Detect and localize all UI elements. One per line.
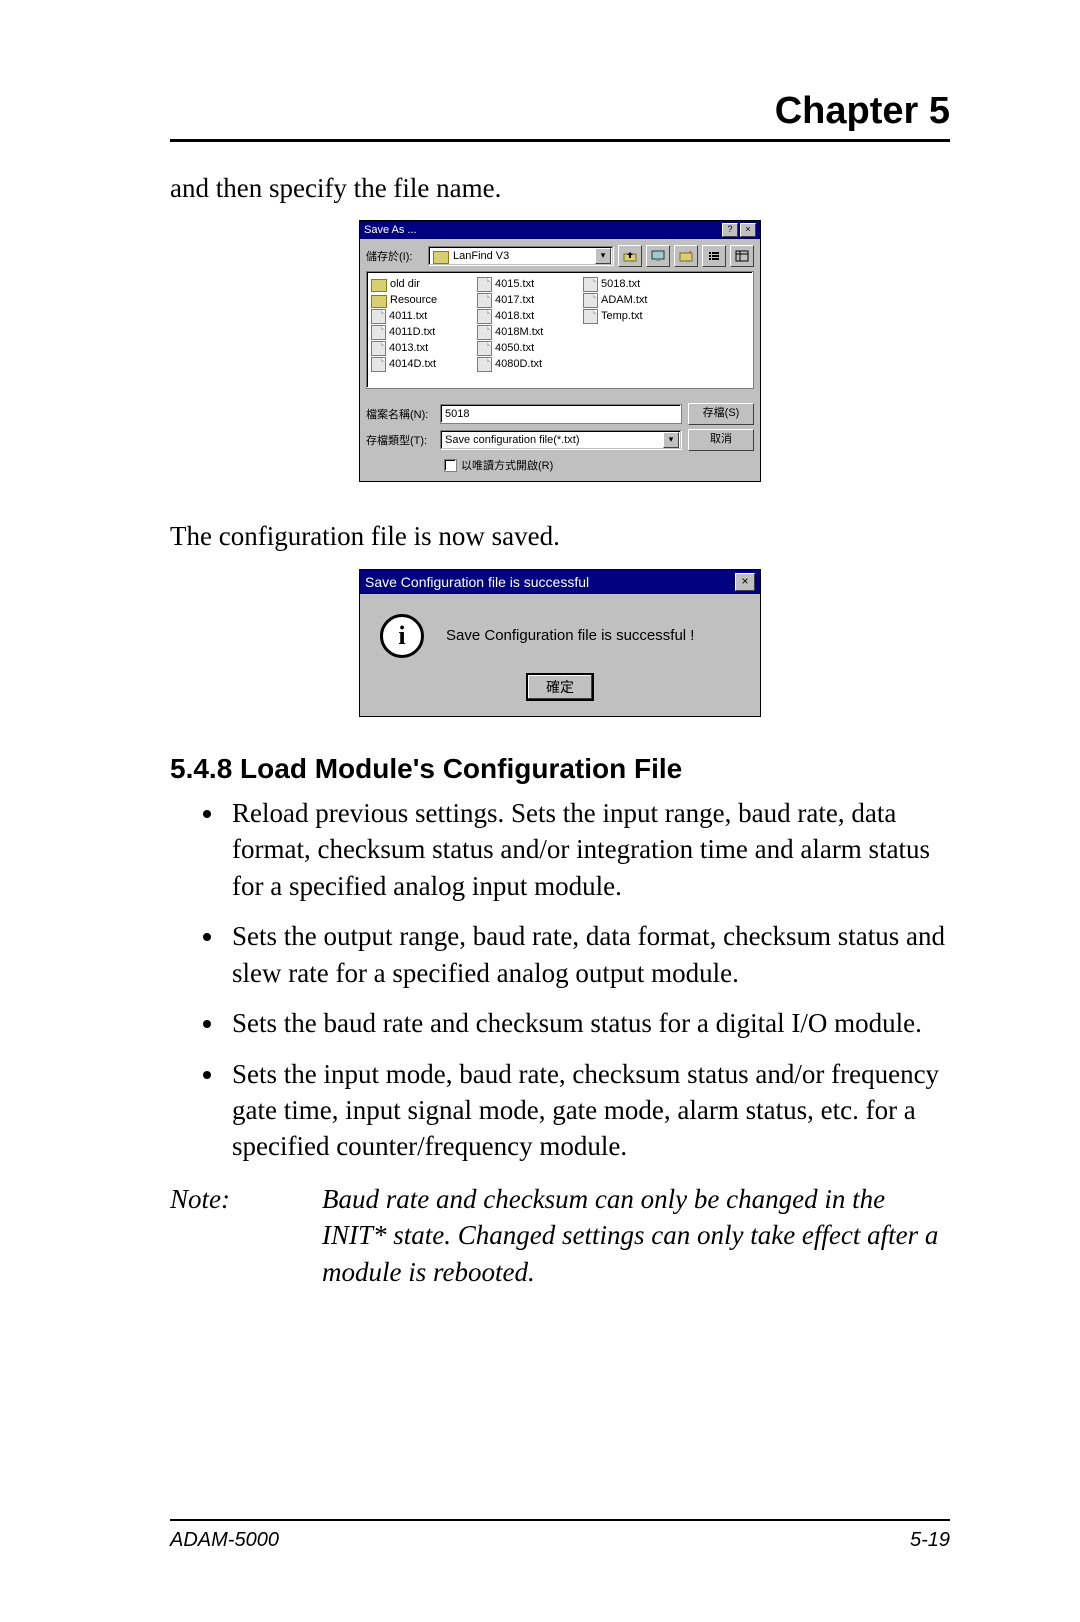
- cancel-button[interactable]: 取消: [688, 429, 754, 451]
- up-one-level-button[interactable]: [618, 245, 642, 267]
- file-item[interactable]: 4080D.txt: [477, 356, 569, 372]
- file-icon: [583, 277, 598, 292]
- file-name-label: 4018M.txt: [495, 326, 543, 338]
- file-icon: [477, 325, 492, 340]
- close-button[interactable]: ×: [735, 573, 755, 591]
- file-name-label: 5018.txt: [601, 278, 640, 290]
- success-title: Save Configuration file is successful: [365, 574, 589, 590]
- readonly-label: 以唯讀方式開啟(R): [461, 457, 553, 473]
- file-name-label: 4050.txt: [495, 342, 534, 354]
- list-item: Sets the output range, baud rate, data f…: [226, 918, 950, 991]
- intro-text-1: and then specify the file name.: [170, 170, 950, 206]
- info-icon: i: [380, 614, 424, 658]
- intro-text-2: The configuration file is now saved.: [170, 518, 950, 554]
- save-as-dialog: Save As ... ? × 儲存於(I): LanFind V3 ▾: [359, 220, 761, 482]
- folder-icon: [371, 279, 387, 292]
- list-icon: [707, 250, 721, 262]
- new-folder-button[interactable]: *: [674, 245, 698, 267]
- file-name-label: Temp.txt: [601, 310, 643, 322]
- chevron-down-icon: ▾: [595, 248, 611, 264]
- note-text: Baud rate and checksum can only be chang…: [322, 1181, 950, 1290]
- file-name-label: 4011.txt: [389, 310, 427, 322]
- close-window-button[interactable]: ×: [740, 223, 756, 237]
- list-item: Sets the baud rate and checksum status f…: [226, 1005, 950, 1041]
- list-item: Sets the input mode, baud rate, checksum…: [226, 1056, 950, 1165]
- file-item[interactable]: 4018.txt: [477, 308, 569, 324]
- desktop-button[interactable]: [646, 245, 670, 267]
- saveas-title: Save As ...: [364, 224, 417, 236]
- location-dropdown[interactable]: LanFind V3 ▾: [428, 246, 614, 266]
- file-icon: [477, 309, 492, 324]
- file-icon: [371, 357, 386, 372]
- file-icon: [477, 341, 492, 356]
- location-value: LanFind V3: [453, 250, 509, 262]
- folder-icon: [371, 295, 387, 308]
- desktop-icon: [651, 250, 665, 262]
- location-label: 儲存於(I):: [366, 248, 424, 264]
- saveas-titlebar: Save As ... ? ×: [360, 221, 760, 239]
- folder-item[interactable]: Resource: [371, 292, 463, 308]
- chapter-header: Chapter 5: [170, 90, 950, 142]
- file-item[interactable]: 4018M.txt: [477, 324, 569, 340]
- save-button[interactable]: 存檔(S): [688, 403, 754, 425]
- file-icon: [477, 293, 492, 308]
- footer-left: ADAM-5000: [170, 1529, 279, 1552]
- ok-button[interactable]: 確定: [527, 674, 593, 700]
- file-item[interactable]: 4017.txt: [477, 292, 569, 308]
- file-icon: [477, 357, 492, 372]
- filetype-dropdown[interactable]: Save configuration file(*.txt) ▾: [440, 430, 682, 450]
- file-name-label: 4011D.txt: [389, 326, 435, 338]
- file-icon: [477, 277, 492, 292]
- file-name-label: 4080D.txt: [495, 358, 542, 370]
- filename-label: 檔案名稱(N):: [366, 406, 434, 422]
- file-name-label: 4014D.txt: [389, 358, 436, 370]
- success-dialog: Save Configuration file is successful × …: [359, 569, 761, 717]
- file-item[interactable]: 4014D.txt: [371, 356, 463, 372]
- note-block: Note: Baud rate and checksum can only be…: [170, 1181, 950, 1290]
- folder-item[interactable]: old dir: [371, 276, 463, 292]
- note-label: Note:: [170, 1181, 270, 1290]
- file-item[interactable]: 4011.txt: [371, 308, 463, 324]
- filename-input[interactable]: 5018: [440, 404, 682, 424]
- readonly-checkbox[interactable]: [444, 459, 457, 472]
- filetype-value: Save configuration file(*.txt): [445, 434, 580, 446]
- details-icon: [735, 250, 749, 262]
- file-item[interactable]: 4050.txt: [477, 340, 569, 356]
- file-item[interactable]: 4011D.txt: [371, 324, 463, 340]
- file-name-label: 4015.txt: [495, 278, 534, 290]
- chevron-down-icon: ▾: [663, 432, 679, 448]
- file-item[interactable]: Temp.txt: [583, 308, 675, 324]
- file-item[interactable]: 4015.txt: [477, 276, 569, 292]
- list-item: Reload previous settings. Sets the input…: [226, 795, 950, 904]
- file-list-pane[interactable]: old dir Resource 4011.txt 4011D.txt 4013.txt…: [366, 271, 754, 389]
- file-item[interactable]: 4013.txt: [371, 340, 463, 356]
- file-name-label: 4018.txt: [495, 310, 534, 322]
- file-icon: [371, 309, 386, 324]
- file-name-label: 4017.txt: [495, 294, 534, 306]
- new-folder-icon: *: [679, 250, 693, 262]
- file-item[interactable]: ADAM.txt: [583, 292, 675, 308]
- file-name-label: 4013.txt: [389, 342, 428, 354]
- help-window-button[interactable]: ?: [722, 223, 738, 237]
- up-icon: [623, 250, 637, 262]
- section-heading: 5.4.8 Load Module's Configuration File: [170, 753, 950, 785]
- file-icon: [371, 341, 386, 356]
- folder-icon: [433, 251, 449, 264]
- footer-right: 5-19: [910, 1529, 950, 1552]
- file-name-label: ADAM.txt: [601, 294, 647, 306]
- bullet-list: Reload previous settings. Sets the input…: [170, 795, 950, 1165]
- success-message: Save Configuration file is successful !: [446, 627, 694, 644]
- file-icon: [583, 293, 598, 308]
- file-name-label: old dir: [390, 278, 420, 290]
- file-icon: [583, 309, 598, 324]
- file-icon: [371, 325, 386, 340]
- success-titlebar: Save Configuration file is successful ×: [360, 570, 760, 594]
- filetype-label: 存檔類型(T):: [366, 432, 434, 448]
- file-item[interactable]: 5018.txt: [583, 276, 675, 292]
- details-view-button[interactable]: [730, 245, 754, 267]
- list-view-button[interactable]: [702, 245, 726, 267]
- file-name-label: Resource: [390, 294, 437, 306]
